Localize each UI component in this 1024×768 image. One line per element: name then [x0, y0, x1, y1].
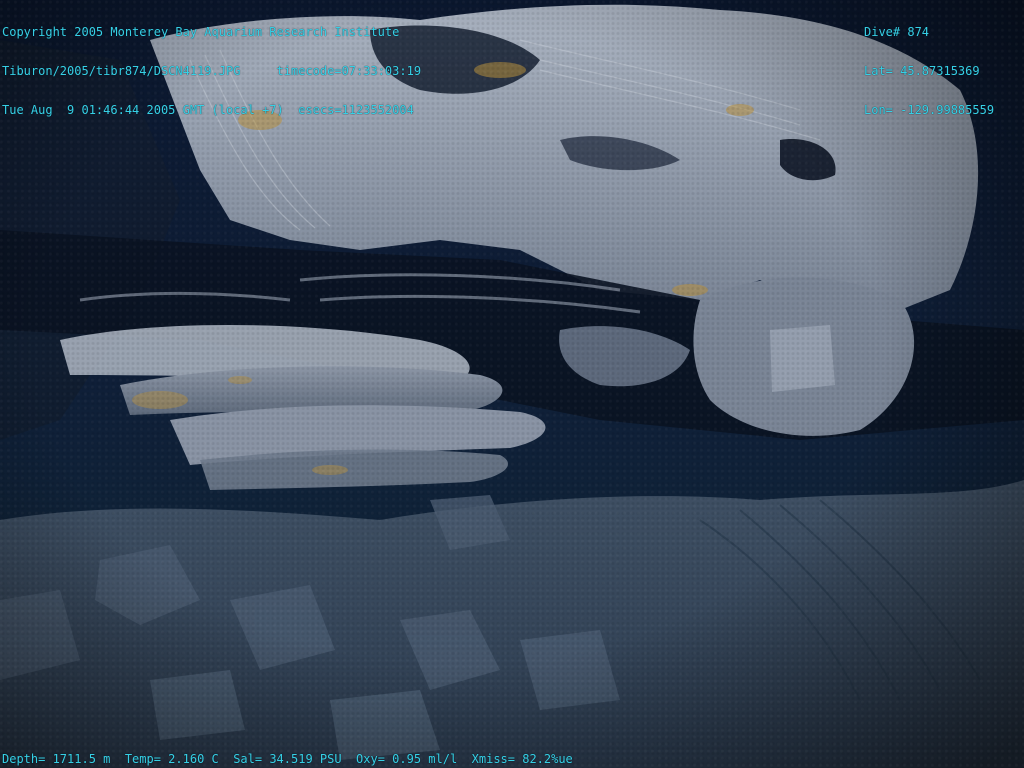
oxygen-text: Oxy= 0.95 ml/l [356, 752, 458, 766]
dive-number-text: Dive# 874 [864, 25, 930, 39]
longitude-text: Lon= -129.99885559 [864, 103, 995, 117]
datetime-text: Tue Aug 9 01:46:44 2005 GMT (local +7) [2, 103, 284, 117]
file-path-text: Tiburon/2005/tibr874/DSCN4119.JPG [2, 64, 241, 78]
transmissometer-text: Xmiss= 82.2%ue [471, 752, 573, 766]
metadata-overlay-top-left: Copyright 2005 Monterey Bay Aquarium Res… [2, 0, 421, 143]
esecs-text: esecs=1123552004 [298, 103, 414, 117]
timecode-text: timecode=07:33:03:19 [276, 64, 422, 78]
seafloor-photo: Copyright 2005 Monterey Bay Aquarium Res… [0, 0, 1024, 768]
file-path-line: Tiburon/2005/tibr874/DSCN4119.JPG timeco… [2, 65, 421, 78]
salinity-text: Sal= 34.519 PSU [233, 752, 342, 766]
latitude-text: Lat= 45.87315369 [864, 64, 980, 78]
datetime-line: Tue Aug 9 01:46:44 2005 GMT (local +7) e… [2, 104, 421, 117]
sensor-overlay-bottom: Depth= 1711.5 m Temp= 2.160 C Sal= 34.51… [2, 753, 573, 766]
temperature-text: Temp= 2.160 C [124, 752, 219, 766]
depth-text: Depth= 1711.5 m [2, 752, 111, 766]
metadata-overlay-top-right: Dive# 874 Lat= 45.87315369 Lon= -129.998… [864, 0, 994, 143]
copyright-text: Copyright 2005 Monterey Bay Aquarium Res… [2, 25, 400, 39]
